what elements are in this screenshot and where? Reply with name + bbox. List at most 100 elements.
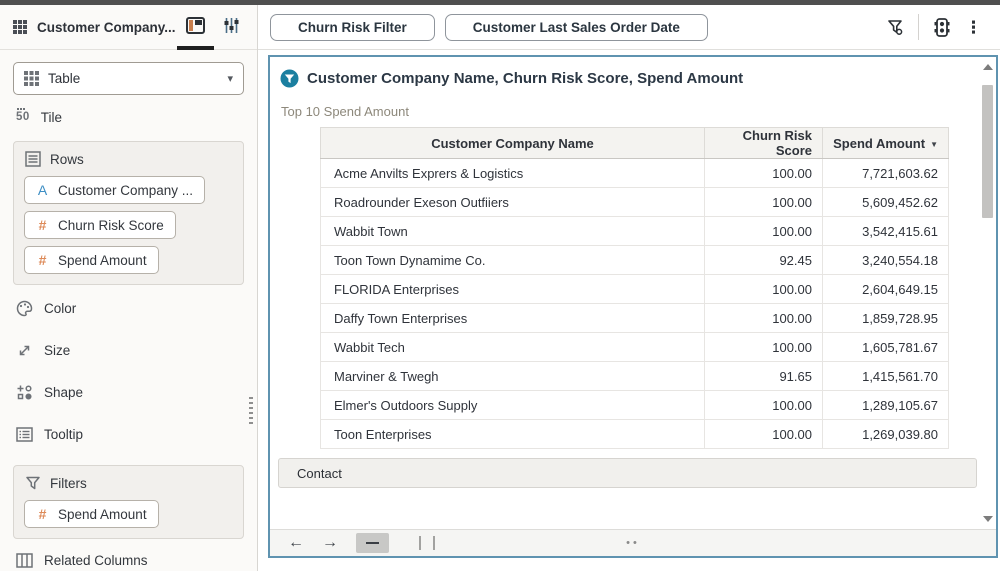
shape-icon <box>16 384 33 401</box>
canvas-bottom-bar: ← → •• <box>270 529 996 556</box>
data-type-icon: A <box>36 182 49 198</box>
toolbar-divider <box>918 14 919 40</box>
drop-target-color[interactable]: Color <box>13 287 244 329</box>
sort-desc-icon: ▼ <box>930 140 938 149</box>
cell-spend-amount[interactable]: 1,415,561.70 <box>823 362 949 391</box>
cell-churn-risk-score[interactable]: 100.00 <box>705 391 823 420</box>
sidebar-resize-handle[interactable] <box>249 397 253 427</box>
vertical-scrollbar[interactable] <box>980 59 995 526</box>
dataset-title[interactable]: Customer Company... <box>37 20 177 35</box>
cell-company-name[interactable]: Acme Anvilts Exprers & Logistics <box>321 159 705 188</box>
tab-grammar-panel[interactable] <box>177 5 214 50</box>
data-type-icon: # <box>36 506 49 522</box>
cell-churn-risk-score[interactable]: 100.00 <box>705 304 823 333</box>
cell-spend-amount[interactable]: 3,240,554.18 <box>823 246 949 275</box>
contact-label: Contact <box>297 466 342 481</box>
table-row[interactable]: Roadrounder Exeson Outfiiers 100.00 5,60… <box>321 188 949 217</box>
scrollbar-thumb[interactable] <box>982 85 993 218</box>
pill-label: Churn Risk Score <box>58 218 164 233</box>
filter-pill[interactable]: # Spend Amount <box>24 500 159 528</box>
cell-spend-amount[interactable]: 2,604,649.15 <box>823 275 949 304</box>
filter-pills: # Spend Amount <box>24 500 233 528</box>
data-table: Customer Company Name Churn Risk Score S… <box>320 127 949 449</box>
conditional-formatting-icon[interactable] <box>932 17 952 38</box>
table-row[interactable]: Wabbit Tech 100.00 1,605,781.67 <box>321 333 949 362</box>
scroll-down-arrow-icon[interactable] <box>983 516 993 522</box>
pill-label: Spend Amount <box>58 253 147 268</box>
forward-arrow-icon[interactable]: → <box>322 535 338 551</box>
viz-subtitle: Top 10 Spend Amount <box>281 104 409 119</box>
table-header-row: Customer Company Name Churn Risk Score S… <box>321 128 949 159</box>
kebab-menu-icon[interactable]: ⋮ <box>965 19 982 36</box>
cell-company-name[interactable]: Wabbit Tech <box>321 333 705 362</box>
viz-type-select[interactable]: Table ▾ <box>13 62 244 95</box>
color-palette-icon <box>16 300 33 317</box>
rows-label: Rows <box>50 152 84 167</box>
table-row[interactable]: Toon Enterprises 100.00 1,269,039.80 <box>321 420 949 449</box>
drop-target-shape[interactable]: Shape <box>13 371 244 413</box>
pagination-separators <box>419 536 435 550</box>
cell-spend-amount[interactable]: 1,605,781.67 <box>823 333 949 362</box>
table-row[interactable]: Elmer's Outdoors Supply 100.00 1,289,105… <box>321 391 949 420</box>
column-header-spend-amount[interactable]: Spend Amount▼ <box>823 128 949 159</box>
table-row[interactable]: Marviner & Twegh 91.65 1,415,561.70 <box>321 362 949 391</box>
table-row[interactable]: Acme Anvilts Exprers & Logistics 100.00 … <box>321 159 949 188</box>
row-pill[interactable]: # Spend Amount <box>24 246 159 274</box>
row-pill[interactable]: A Customer Company ... <box>24 176 205 204</box>
app-window: Customer Company... <box>0 0 1000 571</box>
cell-spend-amount[interactable]: 1,269,039.80 <box>823 420 949 449</box>
column-header-customer-company-name[interactable]: Customer Company Name <box>321 128 705 159</box>
drop-target-tile[interactable]: 50 Tile <box>13 97 244 137</box>
cell-company-name[interactable]: FLORIDA Enterprises <box>321 275 705 304</box>
cell-spend-amount[interactable]: 5,609,452.62 <box>823 188 949 217</box>
add-filter-icon[interactable] <box>886 18 905 37</box>
cell-churn-risk-score[interactable]: 92.45 <box>705 246 823 275</box>
viz-filter-badge-icon <box>280 69 299 88</box>
tab-properties-panel[interactable] <box>214 5 249 50</box>
filter-chips: Churn Risk Filter Customer Last Sales Ord… <box>270 14 708 41</box>
cell-churn-risk-score[interactable]: 100.00 <box>705 188 823 217</box>
cell-churn-risk-score[interactable]: 100.00 <box>705 275 823 304</box>
drop-target-tooltip[interactable]: Tooltip <box>13 413 244 455</box>
cell-churn-risk-score[interactable]: 91.65 <box>705 362 823 391</box>
rows-group: Rows A Customer Company ... # Churn Risk… <box>13 141 244 285</box>
related-columns-item[interactable]: Related Columns <box>13 541 244 571</box>
cell-company-name[interactable]: Elmer's Outdoors Supply <box>321 391 705 420</box>
cell-company-name[interactable]: Toon Town Dynamime Co. <box>321 246 705 275</box>
cell-company-name[interactable]: Toon Enterprises <box>321 420 705 449</box>
size-label: Size <box>44 343 70 358</box>
table-row[interactable]: Toon Town Dynamime Co. 92.45 3,240,554.1… <box>321 246 949 275</box>
cell-company-name[interactable]: Roadrounder Exeson Outfiiers <box>321 188 705 217</box>
contact-section-bar[interactable]: Contact <box>278 458 977 488</box>
cell-spend-amount[interactable]: 3,542,415.61 <box>823 217 949 246</box>
viz-title: Customer Company Name, Churn Risk Score,… <box>307 70 743 87</box>
sliders-icon <box>223 17 240 34</box>
tooltip-label: Tooltip <box>44 427 83 442</box>
scroll-up-arrow-icon[interactable] <box>983 64 993 70</box>
cell-churn-risk-score[interactable]: 100.00 <box>705 420 823 449</box>
collapse-button[interactable] <box>356 533 389 553</box>
cell-churn-risk-score[interactable]: 100.00 <box>705 217 823 246</box>
back-arrow-icon[interactable]: ← <box>288 535 304 551</box>
table-viz-icon <box>24 71 39 86</box>
cell-churn-risk-score[interactable]: 100.00 <box>705 333 823 362</box>
drop-target-size[interactable]: Size <box>13 329 244 371</box>
panel-drag-handle[interactable]: •• <box>626 537 640 549</box>
table-row[interactable]: FLORIDA Enterprises 100.00 2,604,649.15 <box>321 275 949 304</box>
table-row[interactable]: Wabbit Town 100.00 3,542,415.61 <box>321 217 949 246</box>
filter-chip[interactable]: Churn Risk Filter <box>270 14 435 41</box>
cell-spend-amount[interactable]: 7,721,603.62 <box>823 159 949 188</box>
cell-spend-amount[interactable]: 1,859,728.95 <box>823 304 949 333</box>
cell-churn-risk-score[interactable]: 100.00 <box>705 159 823 188</box>
column-header-churn-risk-score[interactable]: Churn Risk Score <box>705 128 823 159</box>
filter-chip[interactable]: Customer Last Sales Order Date <box>445 14 708 41</box>
table-row[interactable]: Daffy Town Enterprises 100.00 1,859,728.… <box>321 304 949 333</box>
filter-funnel-icon <box>25 475 41 491</box>
cell-company-name[interactable]: Wabbit Town <box>321 217 705 246</box>
cell-company-name[interactable]: Daffy Town Enterprises <box>321 304 705 333</box>
related-columns-label: Related Columns <box>44 553 148 568</box>
cell-spend-amount[interactable]: 1,289,105.67 <box>823 391 949 420</box>
row-pill[interactable]: # Churn Risk Score <box>24 211 176 239</box>
cell-company-name[interactable]: Marviner & Twegh <box>321 362 705 391</box>
visualization-canvas[interactable]: Customer Company Name, Churn Risk Score,… <box>268 55 998 558</box>
